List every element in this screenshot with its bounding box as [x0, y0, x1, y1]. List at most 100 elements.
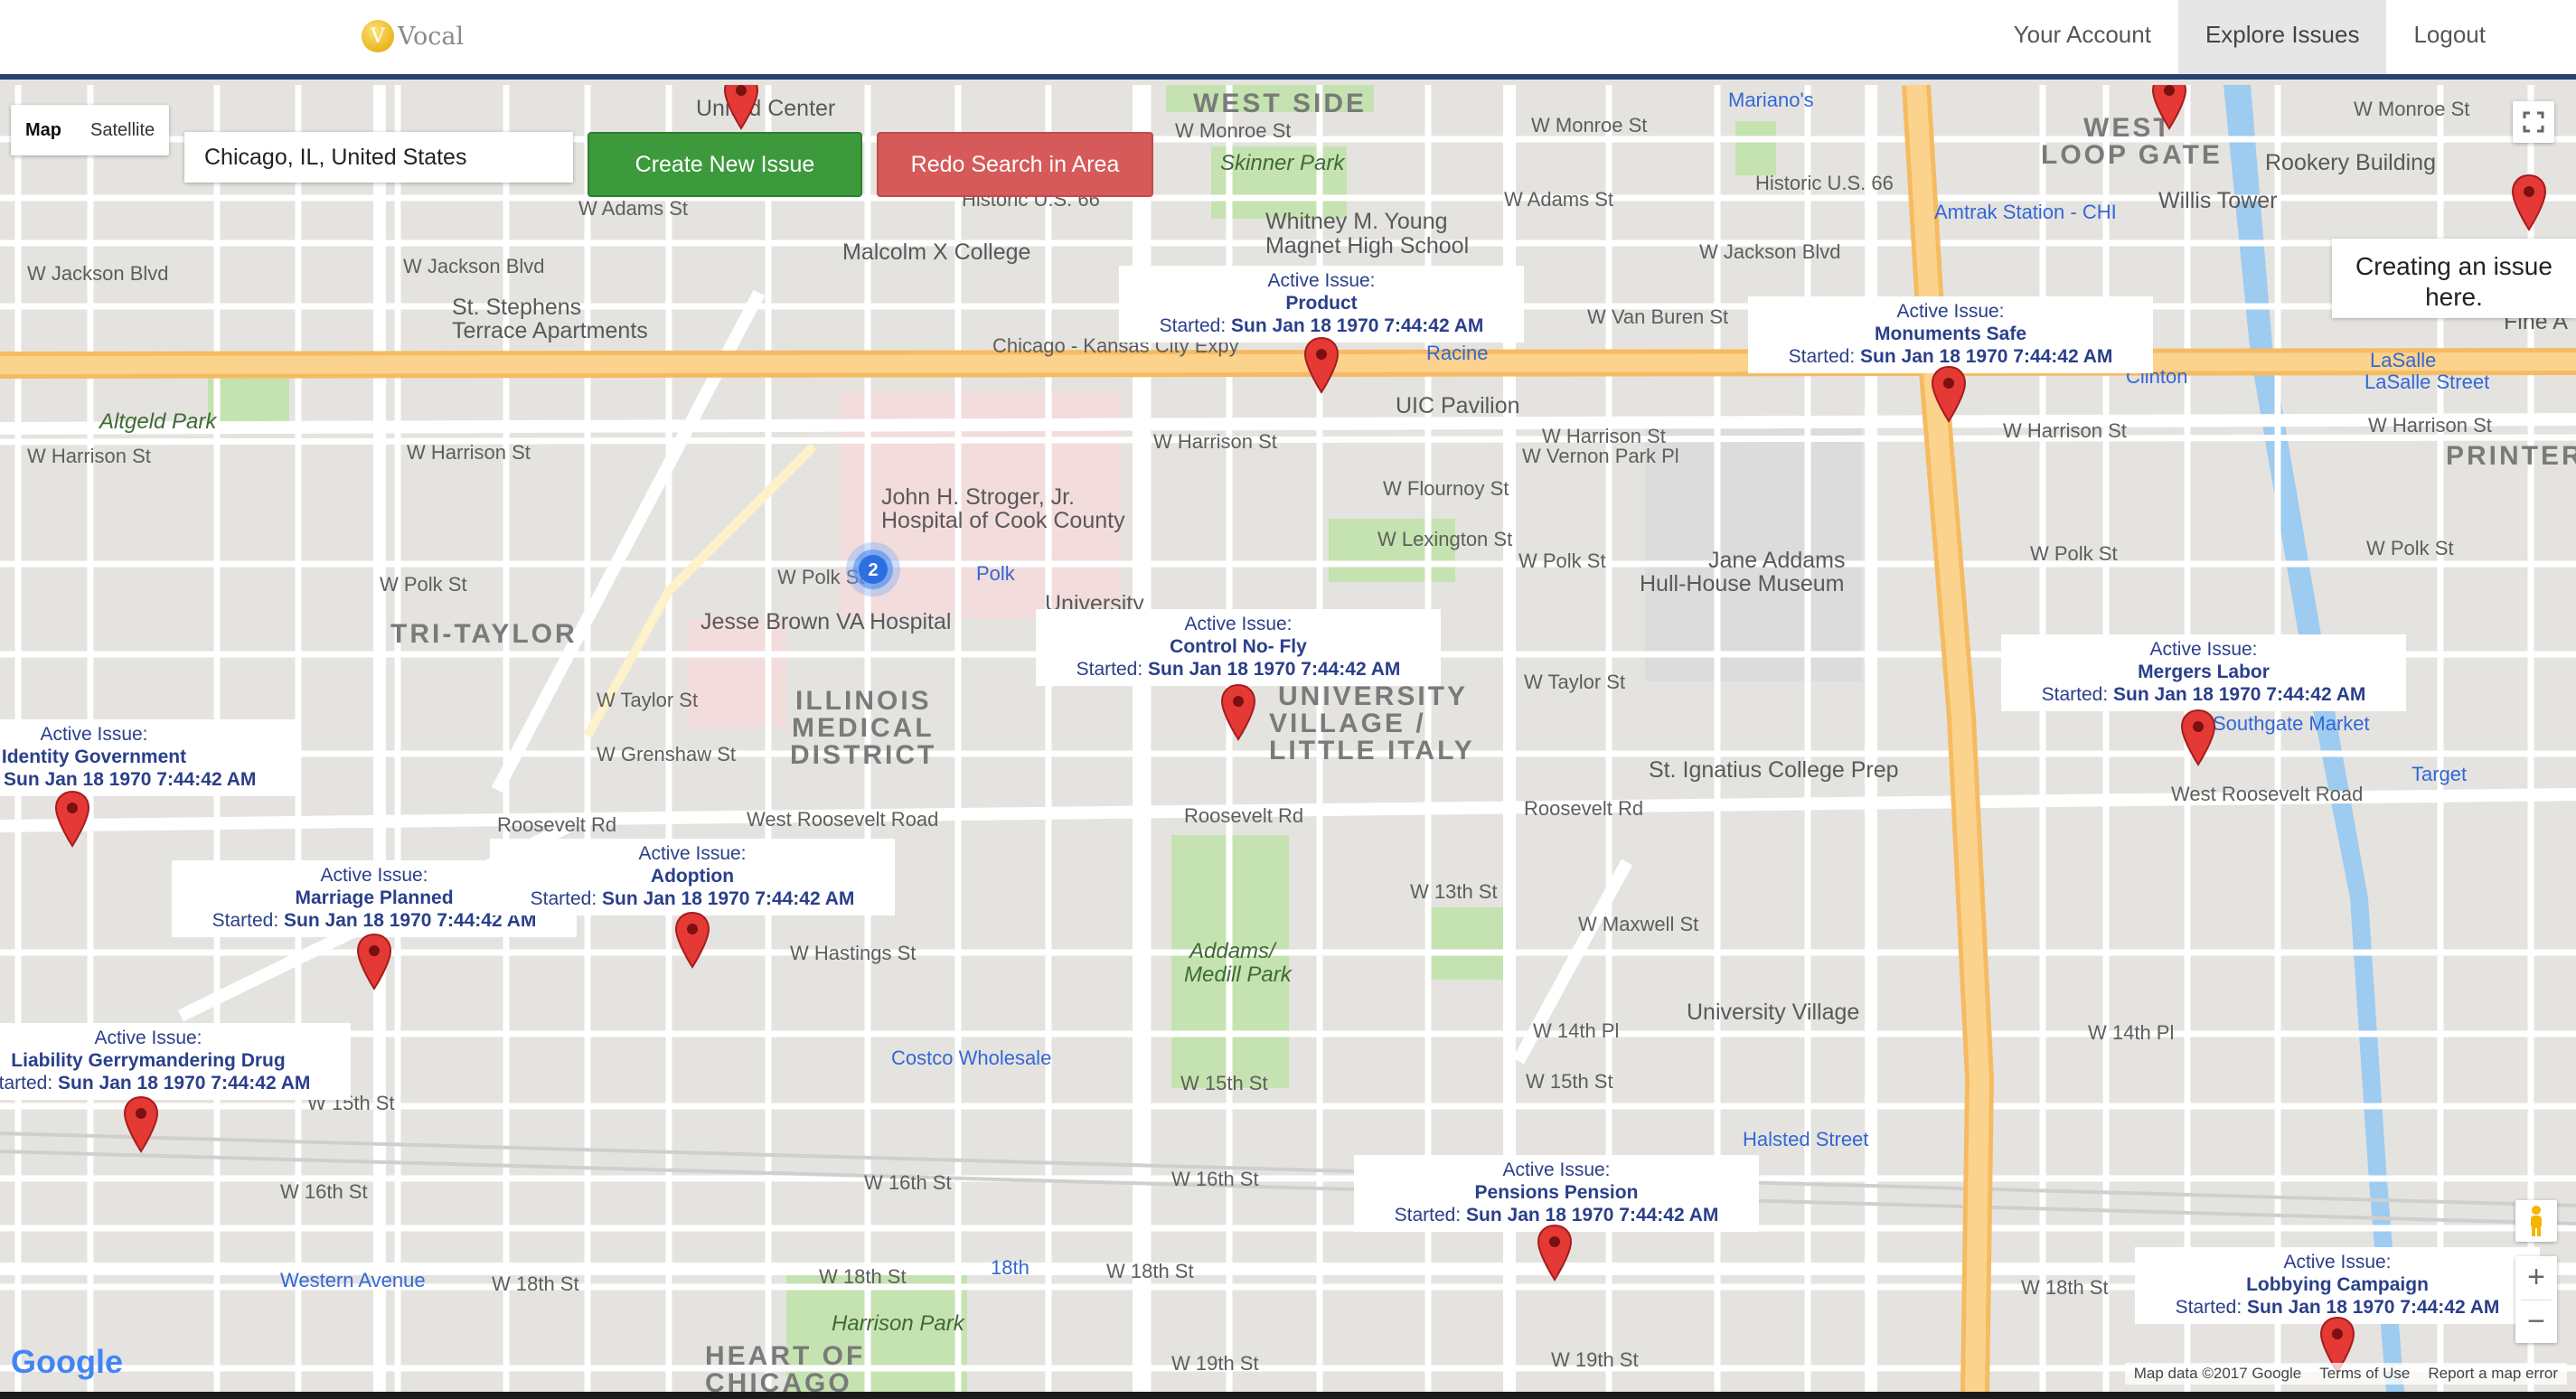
nav-your-account[interactable]: Your Account — [1987, 0, 2178, 74]
map-pin-icon[interactable] — [2511, 174, 2547, 231]
poi-jane-addams-2: Hull-House Museum — [1640, 571, 1844, 596]
zoom-in-button[interactable]: + — [2515, 1256, 2557, 1300]
street-w-monroe-2: W Monroe St — [1531, 114, 1647, 136]
issue-label[interactable]: Active Issue: Liability Gerrymandering D… — [0, 1023, 351, 1100]
poi-jane-addams-1: Jane Addams — [1708, 548, 1846, 573]
poi-southgate: Southgate Market — [2213, 712, 2370, 735]
create-issue-button[interactable]: Create New Issue — [588, 132, 862, 197]
poi-halsted-street: Halsted Street — [1743, 1128, 1868, 1150]
label-west-side: WEST SIDE — [1193, 89, 1367, 118]
nav-explore-issues[interactable]: Explore Issues — [2177, 0, 2387, 74]
street-w-jackson-3: W Jackson Blvd — [1699, 240, 1841, 263]
label-little-italy: LITTLE ITALY — [1269, 736, 1475, 765]
map-pin-icon[interactable] — [674, 911, 710, 969]
issue-label[interactable]: Active Issue: Lobbying Campaign Started:… — [2135, 1247, 2540, 1324]
issue-title: Identity Government — [1, 746, 187, 767]
label-village: VILLAGE / — [1269, 709, 1426, 738]
street-w-taylor-2: W Taylor St — [1524, 671, 1625, 693]
map-attribution: Map data ©2017 Google Terms of Use Repor… — [2124, 1363, 2567, 1385]
issue-label[interactable]: Active Issue: Monuments Safe Started: Su… — [1748, 296, 2153, 373]
map-pin-icon[interactable] — [2180, 709, 2216, 766]
street-w-harrison-2: W Harrison St — [407, 441, 531, 464]
google-logo-text: Google — [11, 1343, 123, 1380]
started-prefix: Started: — [1076, 659, 1149, 680]
issue-label[interactable]: Active Issue: Product Started: Sun Jan 1… — [1119, 266, 1524, 343]
poi-polk-station: Polk — [976, 562, 1016, 585]
map-pin-icon[interactable] — [723, 85, 759, 130]
vocal-logo[interactable]: V Vocal — [362, 20, 464, 52]
label-loop-gate: LOOP GATE — [2041, 140, 2223, 170]
issue-title: Monuments Safe — [1874, 324, 2027, 344]
label-medical: MEDICAL — [792, 713, 935, 743]
poi-rookery: Rookery Building — [2265, 150, 2436, 175]
map-pin-icon[interactable] — [1931, 365, 1967, 423]
street-w-flournoy: W Flournoy St — [1383, 477, 1509, 500]
started-prefix: Started: — [0, 1073, 53, 1094]
cluster-marker[interactable]: 2 — [844, 540, 902, 603]
poi-harrison-park: Harrison Park — [832, 1311, 966, 1336]
map-type-satellite[interactable]: Satellite — [76, 105, 169, 155]
street-w-18th-2: W 18th St — [819, 1265, 907, 1288]
street-west-roosevelt: West Roosevelt Road — [747, 808, 938, 831]
poi-whitney-1: Whitney M. Young — [1265, 209, 1448, 234]
map-pin-icon[interactable] — [123, 1095, 159, 1153]
street-w-18th-1: W 18th St — [492, 1272, 579, 1295]
map-pin-icon[interactable] — [54, 790, 90, 848]
map-pin-icon[interactable] — [1220, 683, 1256, 741]
poi-whitney-2: Magnet High School — [1265, 233, 1469, 258]
street-west-roosevelt-road: West Roosevelt Road — [2171, 783, 2363, 805]
issue-title: Mergers Labor — [2138, 662, 2270, 682]
redo-search-button[interactable]: Redo Search in Area — [877, 132, 1153, 197]
map-pin-icon[interactable] — [2151, 85, 2187, 130]
poi-18th-station: 18th — [991, 1256, 1029, 1279]
issue-label[interactable]: Active Issue: Identity Government Starte… — [0, 719, 296, 796]
street-w-monroe-3: W Monroe St — [2354, 98, 2469, 120]
report-error-link[interactable]: Report a map error — [2419, 1363, 2567, 1385]
street-w-16th-1: W 16th St — [280, 1180, 368, 1203]
street-w-monroe-1: W Monroe St — [1175, 119, 1291, 142]
started-date: Sun Jan 18 1970 7:44:42 AM — [4, 769, 257, 790]
label-illinois: ILLINOIS — [795, 686, 932, 716]
street-w-18th-3: W 18th St — [1106, 1260, 1194, 1282]
issue-label[interactable]: Active Issue: Control No- Fly Started: S… — [1036, 609, 1441, 686]
map-type-map[interactable]: Map — [11, 105, 76, 155]
nav-logout[interactable]: Logout — [2386, 0, 2576, 74]
started-date: Sun Jan 18 1970 7:44:42 AM — [58, 1073, 311, 1094]
street-view-pegman-icon[interactable] — [2515, 1200, 2557, 1242]
map-pin-icon[interactable] — [1303, 336, 1340, 394]
app-header: V Vocal Your Account Explore Issues Logo… — [0, 0, 2576, 80]
map-pin-icon[interactable] — [356, 933, 392, 991]
label-chicago: CHICAGO — [705, 1368, 852, 1392]
issue-title: Pensions Pension — [1474, 1182, 1639, 1203]
street-w-14th-2: W 14th Pl — [2088, 1021, 2174, 1044]
poi-university-village: University Village — [1687, 1000, 1859, 1025]
poi-amtrak: Amtrak Station - CHI — [1934, 201, 2117, 223]
zoom-out-button[interactable]: − — [2515, 1300, 2557, 1344]
map-type-toggle: Map Satellite — [11, 105, 170, 155]
issue-label[interactable]: Active Issue: Pensions Pension Started: … — [1354, 1155, 1759, 1232]
issue-label[interactable]: Active Issue: Adoption Started: Sun Jan … — [490, 839, 895, 915]
location-search-input[interactable] — [184, 132, 573, 183]
street-w-16th-3: W 16th St — [1171, 1168, 1259, 1190]
started-date: Sun Jan 18 1970 7:44:42 AM — [1231, 315, 1484, 336]
issue-prefix: Active Issue: — [2283, 1252, 2392, 1272]
main-nav: Your Account Explore Issues Logout — [1987, 0, 2576, 74]
issue-prefix: Active Issue: — [1896, 301, 2005, 322]
poi-racine-station: Racine — [1426, 342, 1488, 364]
poi-altgeld-park: Altgeld Park — [98, 409, 218, 434]
map-pin-icon[interactable] — [1537, 1224, 1573, 1282]
street-w-polk-5: W Polk St — [2366, 537, 2454, 559]
map-canvas[interactable]: WEST SIDE WEST LOOP GATE TRI-TAYLOR ILLI… — [0, 85, 2576, 1392]
started-date: Sun Jan 18 1970 7:44:42 AM — [1466, 1205, 1719, 1225]
poi-lasalle-station: LaSalle — [2370, 349, 2436, 371]
issue-label[interactable]: Active Issue: Mergers Labor Started: Sun… — [2001, 634, 2406, 711]
poi-stroger-1: John H. Stroger, Jr. — [881, 484, 1075, 510]
started-prefix: Started: — [1788, 346, 1861, 367]
issue-title: Liability Gerrymandering Drug — [11, 1050, 286, 1071]
label-printers: PRINTER' — [2446, 441, 2576, 471]
street-w-15th-3: W 15th St — [1526, 1070, 1613, 1093]
fullscreen-icon[interactable] — [2513, 101, 2554, 143]
street-w-15th-2: W 15th St — [1180, 1072, 1268, 1094]
poi-addams-park-1: Addams/ — [1188, 939, 1277, 963]
terms-link[interactable]: Terms of Use — [2310, 1363, 2419, 1385]
